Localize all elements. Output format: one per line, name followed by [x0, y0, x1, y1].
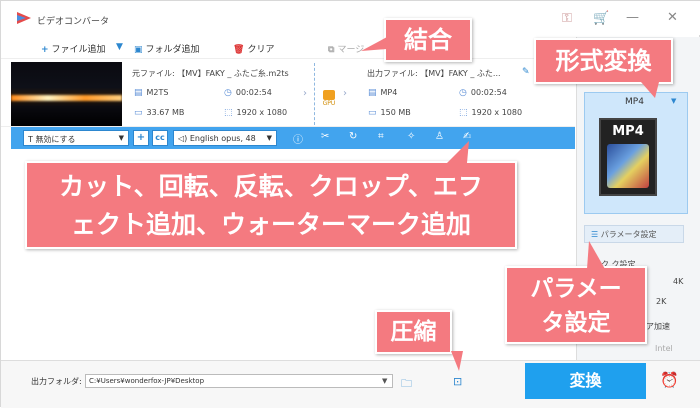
callout-edit-tail	[447, 141, 469, 163]
close-button[interactable]: ✕	[667, 10, 678, 25]
add-file-dropdown-icon[interactable]: ▼	[116, 42, 123, 52]
callout-parameters: パラメー タ設定	[505, 266, 647, 344]
title-bar: ビデオコンバータ ⚿ 🛒 — ✕	[1, 1, 700, 35]
arrow-right-icon: ›	[343, 88, 347, 99]
scissors-icon[interactable]: ✂	[321, 131, 329, 142]
output-duration: ◷ 00:02:54	[459, 88, 507, 98]
convert-button[interactable]: 変換	[525, 363, 646, 399]
callout-compress-tail	[451, 351, 463, 371]
merge-icon: ⧉	[328, 45, 335, 55]
crop-icon[interactable]: ⌗	[378, 131, 384, 142]
open-folder-icon[interactable]: 🗀	[401, 375, 412, 394]
mp4-format-icon[interactable]: MP4	[599, 118, 657, 196]
output-resolution: ⬚ 1920 x 1080	[459, 108, 523, 118]
app-logo-icon	[17, 12, 31, 24]
app-window: ビデオコンバータ ⚿ 🛒 — ✕ + ファイル追加 ▼ ▣ フォルダ追加 🗑 クリア …	[0, 0, 700, 408]
window-title: ビデオコンバータ	[37, 17, 110, 27]
edit-name-icon[interactable]: ✎	[522, 67, 530, 77]
callout-format: 形式変換	[534, 38, 673, 84]
video-thumbnail[interactable]	[11, 62, 122, 126]
arrow-right-icon: ›	[303, 88, 307, 99]
folder-icon: ▭	[368, 108, 377, 118]
source-duration: ◷ 00:02:54	[224, 88, 272, 98]
output-file-label: 出力ファイル: 【MV】FAKY _ ふた...	[367, 69, 501, 78]
film-icon: ▤	[134, 88, 143, 98]
subtitle-select[interactable]: T 無効にする ▼	[23, 130, 129, 146]
trash-icon: 🗑	[233, 45, 245, 55]
source-format: ▤ M2TS	[134, 88, 169, 98]
rotate-icon[interactable]: ↻	[349, 131, 357, 142]
chevron-down-icon: ▼	[118, 134, 124, 142]
plus-icon: +	[41, 45, 49, 55]
source-file-name: 【MV】FAKY _ ふたご糸.m2ts	[177, 69, 289, 78]
chevron-down-icon[interactable]: ▼	[382, 377, 387, 385]
source-resolution: ⬚ 1920 x 1080	[224, 108, 288, 118]
chevron-down-icon: ▼	[266, 134, 272, 142]
film-icon: ▤	[368, 88, 377, 98]
add-folder-button[interactable]: ▣ フォルダ追加	[134, 42, 200, 55]
clock-icon: ◷	[224, 88, 232, 98]
clear-button[interactable]: 🗑 クリア	[233, 42, 274, 55]
output-folder-label: 出力フォルダ:	[31, 377, 82, 386]
format-label: MP4	[625, 97, 644, 107]
callout-compress: 圧縮	[375, 310, 452, 354]
info-icon[interactable]: ⓘ	[293, 131, 303, 146]
cart-icon[interactable]: 🛒	[593, 11, 609, 26]
gpu-badge: GPU	[317, 90, 341, 112]
quality-value: 4K	[673, 277, 684, 286]
output-path-field[interactable]: C:¥Users¥wonderfox-JP¥Desktop	[85, 374, 393, 388]
add-subtitle-button[interactable]: +	[133, 130, 149, 146]
output-file-name: 【MV】FAKY _ ふた...	[420, 69, 501, 78]
callout-merge: 結合	[384, 18, 472, 62]
gpu-chip-icon	[323, 90, 335, 100]
audio-track-select[interactable]: ◁) English opus, 48 ▼	[173, 130, 277, 146]
sliders-icon: ☰	[591, 230, 601, 239]
minimize-button[interactable]: —	[626, 10, 639, 25]
add-file-button[interactable]: + ファイル追加	[41, 42, 106, 55]
callout-format-tail	[641, 82, 659, 98]
conversion-divider	[314, 63, 315, 125]
source-size: ▭ 33.67 MB	[134, 108, 185, 118]
alarm-clock-icon[interactable]: ⏰	[660, 371, 679, 389]
resolution-icon: ⬚	[224, 108, 233, 118]
callout-param-tail	[587, 241, 605, 269]
main-toolbar: + ファイル追加 ▼ ▣ フォルダ追加 🗑 クリア ⧉ マージ	[1, 37, 575, 59]
effects-icon[interactable]: ✧	[407, 131, 415, 142]
edit-toolbar: T 無効にする ▼ + cc ◁) English opus, 48 ▼ ⓘ ✂…	[11, 127, 575, 149]
folder-plus-icon: ▣	[134, 45, 143, 55]
speaker-icon: ◁)	[178, 134, 190, 143]
compress-icon[interactable]: ⊡	[453, 375, 462, 388]
callout-edit-features: カット、回転、反転、クロップ、エフ ェクト追加、ウォーターマーク追加	[25, 161, 517, 249]
folder-icon: ▭	[134, 108, 143, 118]
clock-icon: ◷	[459, 88, 467, 98]
hw-accel-label: ア加速	[646, 322, 670, 331]
cc-button[interactable]: cc	[152, 130, 168, 146]
intel-label: Intel	[655, 344, 673, 353]
source-file-label: 元ファイル: 【MV】FAKY _ ふたご糸.m2ts	[132, 69, 289, 78]
quality-value-low: 2K	[656, 297, 667, 306]
resolution-icon: ⬚	[459, 108, 468, 118]
callout-merge-tail	[361, 37, 387, 51]
output-size: ▭ 150 MB	[368, 108, 411, 118]
merge-button[interactable]: ⧉ マージ	[328, 42, 364, 55]
key-icon[interactable]: ⚿	[562, 11, 572, 26]
output-format: ▤ MP4	[368, 88, 398, 98]
chevron-down-icon[interactable]: ▼	[671, 97, 676, 105]
